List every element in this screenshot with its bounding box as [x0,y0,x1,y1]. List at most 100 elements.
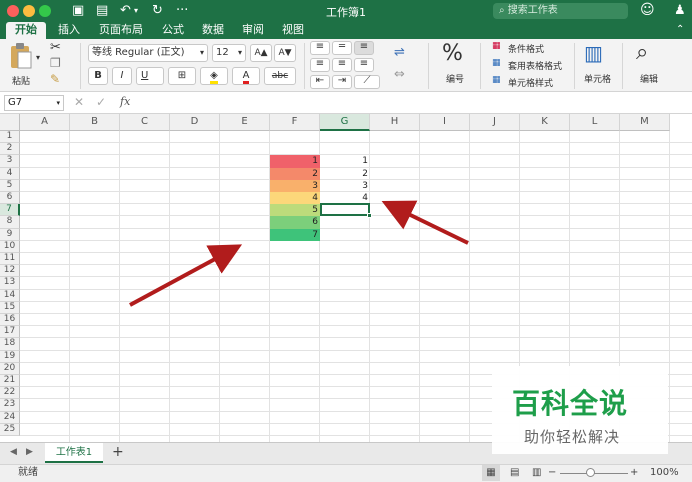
row-header-24[interactable]: 24 [0,411,20,424]
tab-review[interactable]: 审阅 [236,22,270,39]
conditional-format-button[interactable]: 条件格式 [508,42,544,55]
redo-icon[interactable]: ↻ [152,3,163,19]
cell-f7[interactable]: 5 [270,204,320,217]
cell-f8[interactable]: 6 [270,216,320,229]
bold-button[interactable]: B [88,67,108,85]
close-icon[interactable] [7,5,19,17]
row-header-21[interactable]: 21 [0,375,20,388]
row-header-9[interactable]: 9 [0,228,20,241]
normal-view-icon[interactable]: ▦ [482,465,500,481]
merge-cells-icon[interactable]: ⇔ [394,67,405,82]
row-header-19[interactable]: 19 [0,350,20,363]
decrease-indent-button[interactable]: ⇤ [310,75,330,89]
row-header-18[interactable]: 18 [0,338,20,351]
search-input[interactable]: ⌕ 搜索工作表 [493,3,628,19]
column-header-c[interactable]: C [120,114,170,131]
next-sheet-icon[interactable]: ▶ [26,447,33,457]
row-header-16[interactable]: 16 [0,314,20,327]
wrap-text-icon[interactable]: ⇌ [394,45,405,60]
tab-page-layout[interactable]: 页面布局 [92,22,150,39]
column-header-l[interactable]: L [570,114,620,131]
font-name-select[interactable]: 等线 Regular (正文) ▾ [88,44,208,62]
tab-formulas[interactable]: 公式 [156,22,190,39]
cell-f4[interactable]: 2 [270,167,320,180]
cell-g4[interactable]: 2 [320,168,370,180]
row-header-11[interactable]: 11 [0,253,20,266]
zoom-slider-handle[interactable] [586,468,595,477]
row-header-15[interactable]: 15 [0,301,20,314]
align-right-button[interactable]: ≡ [354,58,374,72]
name-box[interactable]: G7 ▾ [4,95,64,111]
confirm-icon[interactable]: ✓ [96,95,106,109]
formula-input[interactable] [140,94,688,112]
zoom-icon[interactable] [39,5,51,17]
format-painter-icon[interactable]: ✎ [50,72,60,86]
fx-icon[interactable]: fx [120,95,130,108]
font-size-select[interactable]: 12 ▾ [212,44,246,62]
profile-icon[interactable]: ♟ [674,3,686,19]
grow-font-button[interactable]: A▲ [250,44,272,62]
tab-home[interactable]: 开始 [6,22,46,39]
column-header-f[interactable]: F [270,114,320,131]
cell-f3[interactable]: 1 [270,155,320,168]
minimize-icon[interactable] [23,5,35,17]
cell-g5[interactable]: 3 [320,180,370,192]
tab-data[interactable]: 数据 [196,22,230,39]
italic-button[interactable]: I [112,67,132,85]
align-left-button[interactable]: ≡ [310,58,330,72]
fill-handle[interactable] [367,213,372,219]
paste-dropdown-icon[interactable]: ▾ [36,53,40,62]
border-button[interactable]: ⊞ [168,67,196,85]
percent-icon[interactable]: % [442,41,463,66]
cancel-icon[interactable]: ✕ [74,95,84,109]
cut-icon[interactable]: ✂ [50,40,61,55]
column-header-a[interactable]: A [20,114,70,131]
cells-icon[interactable]: ▥ [584,41,603,65]
increase-indent-button[interactable]: ⇥ [332,75,352,89]
row-header-5[interactable]: 5 [0,179,20,192]
column-header-e[interactable]: E [220,114,270,131]
font-color-button[interactable]: A [232,67,260,85]
sidebar-icon[interactable]: ▣ [72,3,84,19]
tab-view[interactable]: 视图 [276,22,310,39]
add-sheet-button[interactable]: + [112,444,124,460]
align-middle-button[interactable]: ═ [332,41,352,55]
row-header-4[interactable]: 4 [0,167,20,180]
cell-g3[interactable]: 1 [320,155,370,167]
row-header-14[interactable]: 14 [0,289,20,302]
column-header-j[interactable]: J [470,114,520,131]
collapse-ribbon-icon[interactable]: ⌃ [676,22,684,38]
page-layout-view-icon[interactable]: ▤ [510,465,519,481]
row-header-20[interactable]: 20 [0,362,20,375]
column-header-h[interactable]: H [370,114,420,131]
column-header-d[interactable]: D [170,114,220,131]
row-header-22[interactable]: 22 [0,387,20,400]
zoom-out-button[interactable]: − [548,465,556,481]
fill-color-button[interactable]: ◈ [200,67,228,85]
select-all-corner[interactable] [0,114,20,131]
cell-f9[interactable]: 7 [270,228,320,241]
row-header-25[interactable]: 25 [0,423,20,436]
align-bottom-button[interactable]: ≡ [354,41,374,55]
column-header-k[interactable]: K [520,114,570,131]
column-header-i[interactable]: I [420,114,470,131]
save-icon[interactable]: ▤ [96,3,108,19]
align-top-button[interactable]: ≡ [310,41,330,55]
underline-button[interactable]: U [136,67,164,85]
copy-icon[interactable]: ❐ [50,56,61,70]
cell-f5[interactable]: 3 [270,179,320,192]
orientation-button[interactable]: ⟋ [354,75,380,89]
magnifier-icon[interactable]: ⌕ [636,40,648,65]
row-header-12[interactable]: 12 [0,265,20,278]
page-break-view-icon[interactable]: ▥ [532,465,541,481]
row-header-8[interactable]: 8 [0,216,20,229]
tab-insert[interactable]: 插入 [52,22,86,39]
prev-sheet-icon[interactable]: ◀ [10,447,17,457]
column-header-b[interactable]: B [70,114,120,131]
zoom-in-button[interactable]: + [630,465,638,481]
selected-cell-g7[interactable] [320,203,370,217]
row-header-17[interactable]: 17 [0,326,20,339]
table-format-button[interactable]: 套用表格格式 [508,59,562,72]
row-header-13[interactable]: 13 [0,277,20,290]
smiley-icon[interactable]: ☺ [640,2,655,18]
